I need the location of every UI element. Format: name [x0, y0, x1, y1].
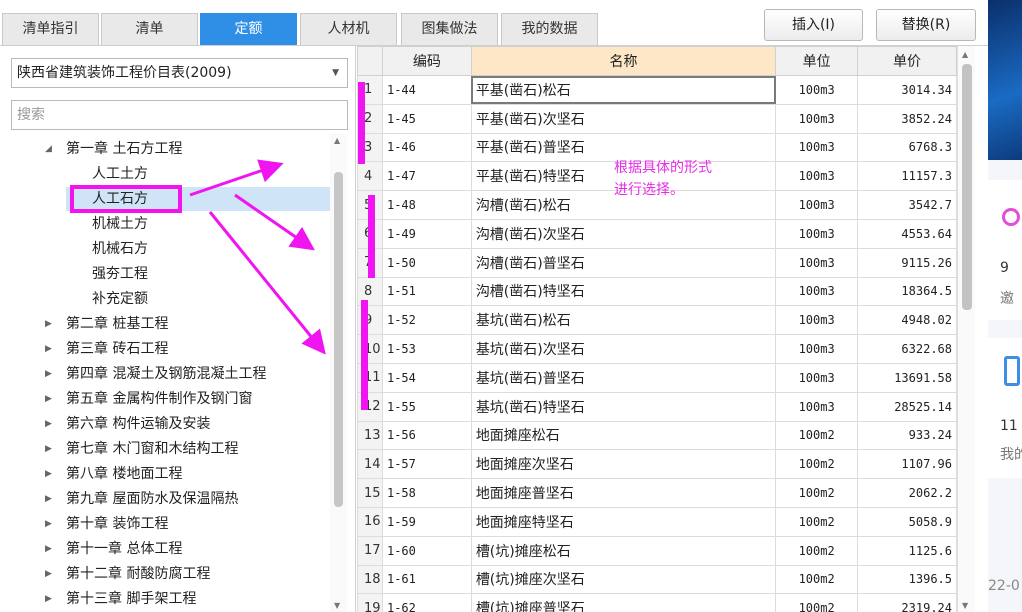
side-panel: 9 邀 11 我的 22-0	[988, 0, 1022, 612]
document-icon	[1004, 356, 1020, 386]
side-text: 22-0	[988, 578, 1020, 594]
side-card[interactable]: 11 我的	[988, 338, 1022, 478]
side-card[interactable]: 9 邀	[988, 180, 1022, 320]
side-text: 9	[1000, 260, 1009, 276]
side-text: 邀	[1000, 291, 1014, 307]
user-icon	[1002, 208, 1020, 226]
annotation-arrow	[208, 211, 326, 355]
annotation-arrows	[189, 159, 326, 355]
annotation-arrow	[234, 193, 315, 251]
banner-image	[988, 0, 1022, 160]
side-text: 我的	[1000, 447, 1022, 463]
annotation-arrow	[189, 159, 284, 197]
side-text: 11	[1000, 418, 1018, 434]
